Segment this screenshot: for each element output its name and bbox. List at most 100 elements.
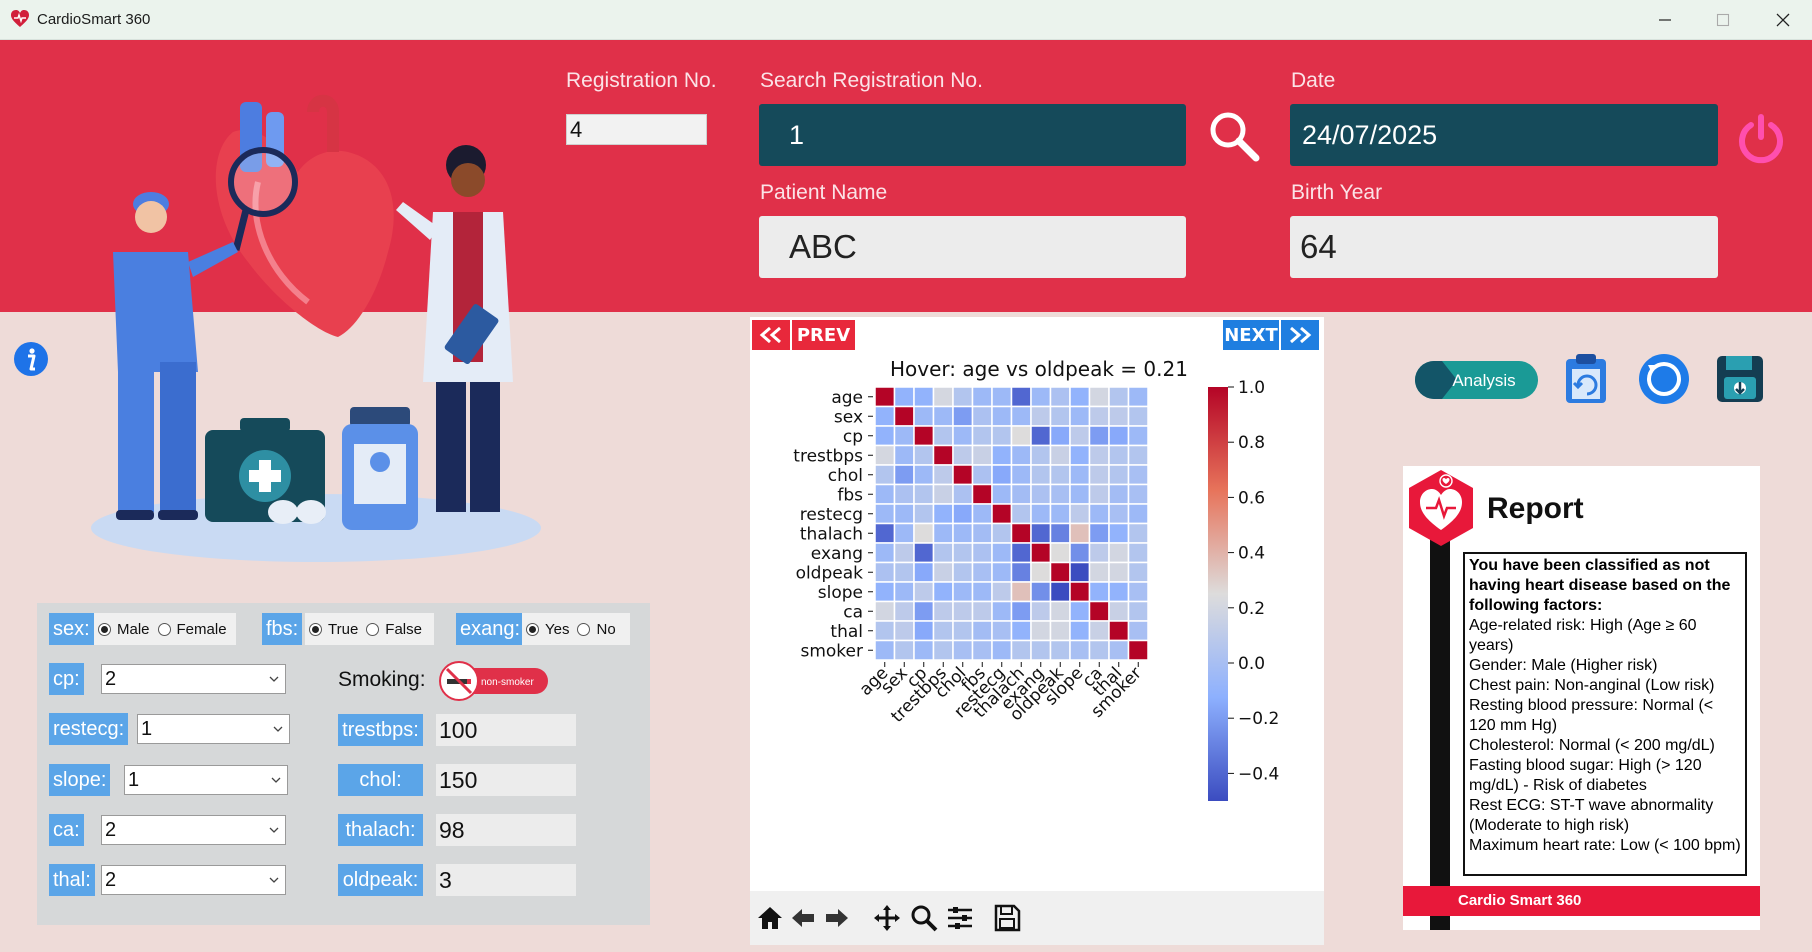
cp-select[interactable]: 2: [101, 664, 286, 694]
heatmap-cell[interactable]: [991, 561, 1013, 583]
heatmap-cell[interactable]: [1088, 522, 1110, 544]
heatmap-cell[interactable]: [1030, 444, 1052, 466]
heatmap-cell[interactable]: [1049, 386, 1071, 408]
heatmap-cell[interactable]: [1088, 639, 1110, 661]
heatmap-cell[interactable]: [1030, 581, 1052, 603]
forward-arrow-icon[interactable]: [822, 903, 852, 933]
heatmap-cell[interactable]: [1069, 639, 1091, 661]
heatmap-cell[interactable]: [1010, 503, 1032, 525]
heatmap-cell[interactable]: [1127, 639, 1149, 661]
heatmap-cell[interactable]: [1030, 386, 1052, 408]
heatmap-cell[interactable]: [1069, 620, 1091, 642]
heatmap-cell[interactable]: [1088, 542, 1110, 564]
heatmap-cell[interactable]: [991, 639, 1013, 661]
heatmap-cell[interactable]: [932, 561, 954, 583]
heatmap-cell[interactable]: [1010, 639, 1032, 661]
slope-select[interactable]: 1: [124, 765, 288, 795]
heatmap-cell[interactable]: [1127, 483, 1149, 505]
fbs-true-radio[interactable]: True: [309, 621, 358, 638]
heatmap-cell[interactable]: [893, 405, 915, 427]
heatmap-cell[interactable]: [1010, 483, 1032, 505]
heatmap-cell[interactable]: [971, 425, 993, 447]
maximize-button[interactable]: [1694, 0, 1752, 40]
close-button[interactable]: [1754, 0, 1812, 40]
date-field[interactable]: 24/07/2025: [1290, 104, 1718, 166]
heatmap-cell[interactable]: [1108, 620, 1130, 642]
heatmap-cell[interactable]: [1049, 561, 1071, 583]
heatmap-cell[interactable]: [913, 425, 935, 447]
heatmap-cell[interactable]: [1010, 620, 1032, 642]
heatmap-cell[interactable]: [991, 581, 1013, 603]
heatmap-cell[interactable]: [874, 600, 896, 622]
heatmap-cell[interactable]: [913, 542, 935, 564]
heatmap-cell[interactable]: [913, 483, 935, 505]
heatmap-cell[interactable]: [991, 620, 1013, 642]
heatmap-cell[interactable]: [893, 561, 915, 583]
birth-year-field[interactable]: 64: [1290, 216, 1718, 278]
heatmap-cell[interactable]: [1088, 561, 1110, 583]
chol-field[interactable]: 150: [436, 764, 576, 796]
save-figure-icon[interactable]: [992, 903, 1022, 933]
pan-icon[interactable]: [872, 903, 902, 933]
heatmap-cell[interactable]: [874, 542, 896, 564]
heatmap-cell[interactable]: [1069, 600, 1091, 622]
heatmap-cell[interactable]: [971, 620, 993, 642]
heatmap-cell[interactable]: [952, 464, 974, 486]
heatmap-cell[interactable]: [991, 464, 1013, 486]
configure-icon[interactable]: [945, 903, 975, 933]
heatmap-cell[interactable]: [1010, 561, 1032, 583]
heatmap-cell[interactable]: [1069, 405, 1091, 427]
heatmap-cell[interactable]: [1127, 405, 1149, 427]
heatmap-cell[interactable]: [893, 483, 915, 505]
heatmap-cell[interactable]: [991, 425, 1013, 447]
heatmap-cell[interactable]: [1010, 425, 1032, 447]
heatmap-cell[interactable]: [1049, 405, 1071, 427]
heatmap-cell[interactable]: [1030, 600, 1052, 622]
heatmap-cell[interactable]: [991, 444, 1013, 466]
heatmap-cell[interactable]: [971, 405, 993, 427]
heatmap-cell[interactable]: [1069, 386, 1091, 408]
heatmap-cell[interactable]: [1010, 522, 1032, 544]
heatmap-cell[interactable]: [913, 405, 935, 427]
heatmap-cell[interactable]: [1069, 581, 1091, 603]
heatmap-cell[interactable]: [1049, 600, 1071, 622]
zoom-icon[interactable]: [909, 903, 939, 933]
heatmap-cell[interactable]: [952, 425, 974, 447]
heatmap-cell[interactable]: [1088, 600, 1110, 622]
heatmap-cell[interactable]: [913, 522, 935, 544]
heatmap-cell[interactable]: [1127, 542, 1149, 564]
heatmap-cell[interactable]: [932, 386, 954, 408]
heatmap-cell[interactable]: [1108, 561, 1130, 583]
heatmap-cell[interactable]: [1108, 386, 1130, 408]
analysis-button[interactable]: Analysis: [1412, 359, 1540, 401]
heatmap-cell[interactable]: [1030, 503, 1052, 525]
heatmap-cell[interactable]: [952, 581, 974, 603]
heatmap-cell[interactable]: [1069, 522, 1091, 544]
heatmap-cell[interactable]: [1049, 425, 1071, 447]
heatmap-cell[interactable]: [893, 639, 915, 661]
heatmap-cell[interactable]: [913, 503, 935, 525]
heatmap-cell[interactable]: [1069, 503, 1091, 525]
heatmap-cell[interactable]: [874, 522, 896, 544]
heatmap-cell[interactable]: [1010, 444, 1032, 466]
heatmap-cell[interactable]: [1049, 522, 1071, 544]
heatmap-cell[interactable]: [971, 581, 993, 603]
smoking-toggle[interactable]: non-smoker: [437, 661, 550, 701]
heatmap-cell[interactable]: [952, 620, 974, 642]
correlation-heatmap[interactable]: Hover: age vs oldpeak = 0.21 agesexcptre…: [750, 317, 1324, 889]
heatmap-cell[interactable]: [952, 639, 974, 661]
heatmap-cell[interactable]: [913, 386, 935, 408]
thalach-field[interactable]: 98: [436, 814, 576, 846]
sex-female-radio[interactable]: Female: [157, 621, 227, 638]
heatmap-cell[interactable]: [874, 620, 896, 642]
heatmap-cell[interactable]: [1127, 444, 1149, 466]
heatmap-cell[interactable]: [1108, 425, 1130, 447]
heatmap-cell[interactable]: [1088, 581, 1110, 603]
heatmap-cell[interactable]: [1127, 581, 1149, 603]
heatmap-cell[interactable]: [1010, 542, 1032, 564]
heatmap-cell[interactable]: [874, 444, 896, 466]
heatmap-cell[interactable]: [952, 386, 974, 408]
heatmap-cell[interactable]: [913, 581, 935, 603]
heatmap-cell[interactable]: [971, 542, 993, 564]
heatmap-cell[interactable]: [874, 483, 896, 505]
